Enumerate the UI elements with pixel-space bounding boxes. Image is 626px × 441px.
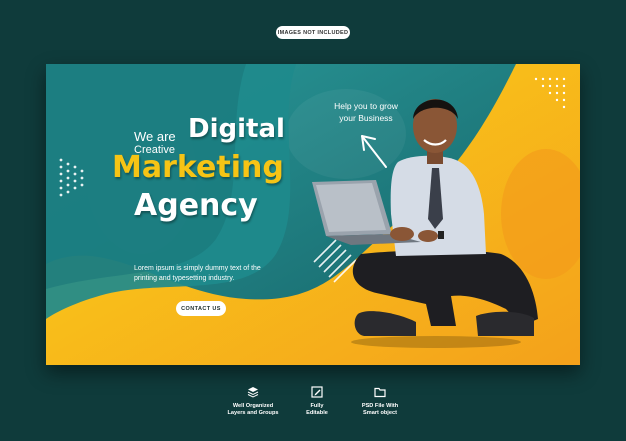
layers-icon: [247, 387, 259, 398]
headline-we-are: We are: [134, 129, 176, 144]
body-description: Lorem ipsum is simply dummy text of the …: [134, 265, 261, 282]
edit-icon: [311, 386, 323, 398]
feature-label-line-2: Smart object: [363, 410, 397, 416]
folder-icon: [374, 387, 386, 398]
contact-us-button[interactable]: CONTACT US: [176, 301, 226, 316]
headline-agency: Agency: [134, 188, 258, 223]
feature-label-line-1: PSD File With: [361, 403, 399, 409]
feature-list: Well Organized Layers and Groups Fully E…: [0, 380, 626, 440]
feature-item-psd: PSD File With Smart object: [340, 380, 420, 417]
headline-block: We are Creative Digital Marketing Agency: [46, 64, 580, 365]
tagline-line-1: Help you to grow: [334, 101, 398, 111]
headline-marketing: Marketing: [112, 150, 284, 185]
headline-digital: Digital: [188, 114, 285, 144]
web-banner: We are Creative Digital Marketing Agency…: [46, 64, 580, 365]
images-not-included-badge: IMAGES NOT INCLUDED: [276, 26, 350, 39]
tagline: Help you to grow your Business: [316, 100, 416, 124]
tagline-line-2: your Business: [339, 113, 393, 123]
